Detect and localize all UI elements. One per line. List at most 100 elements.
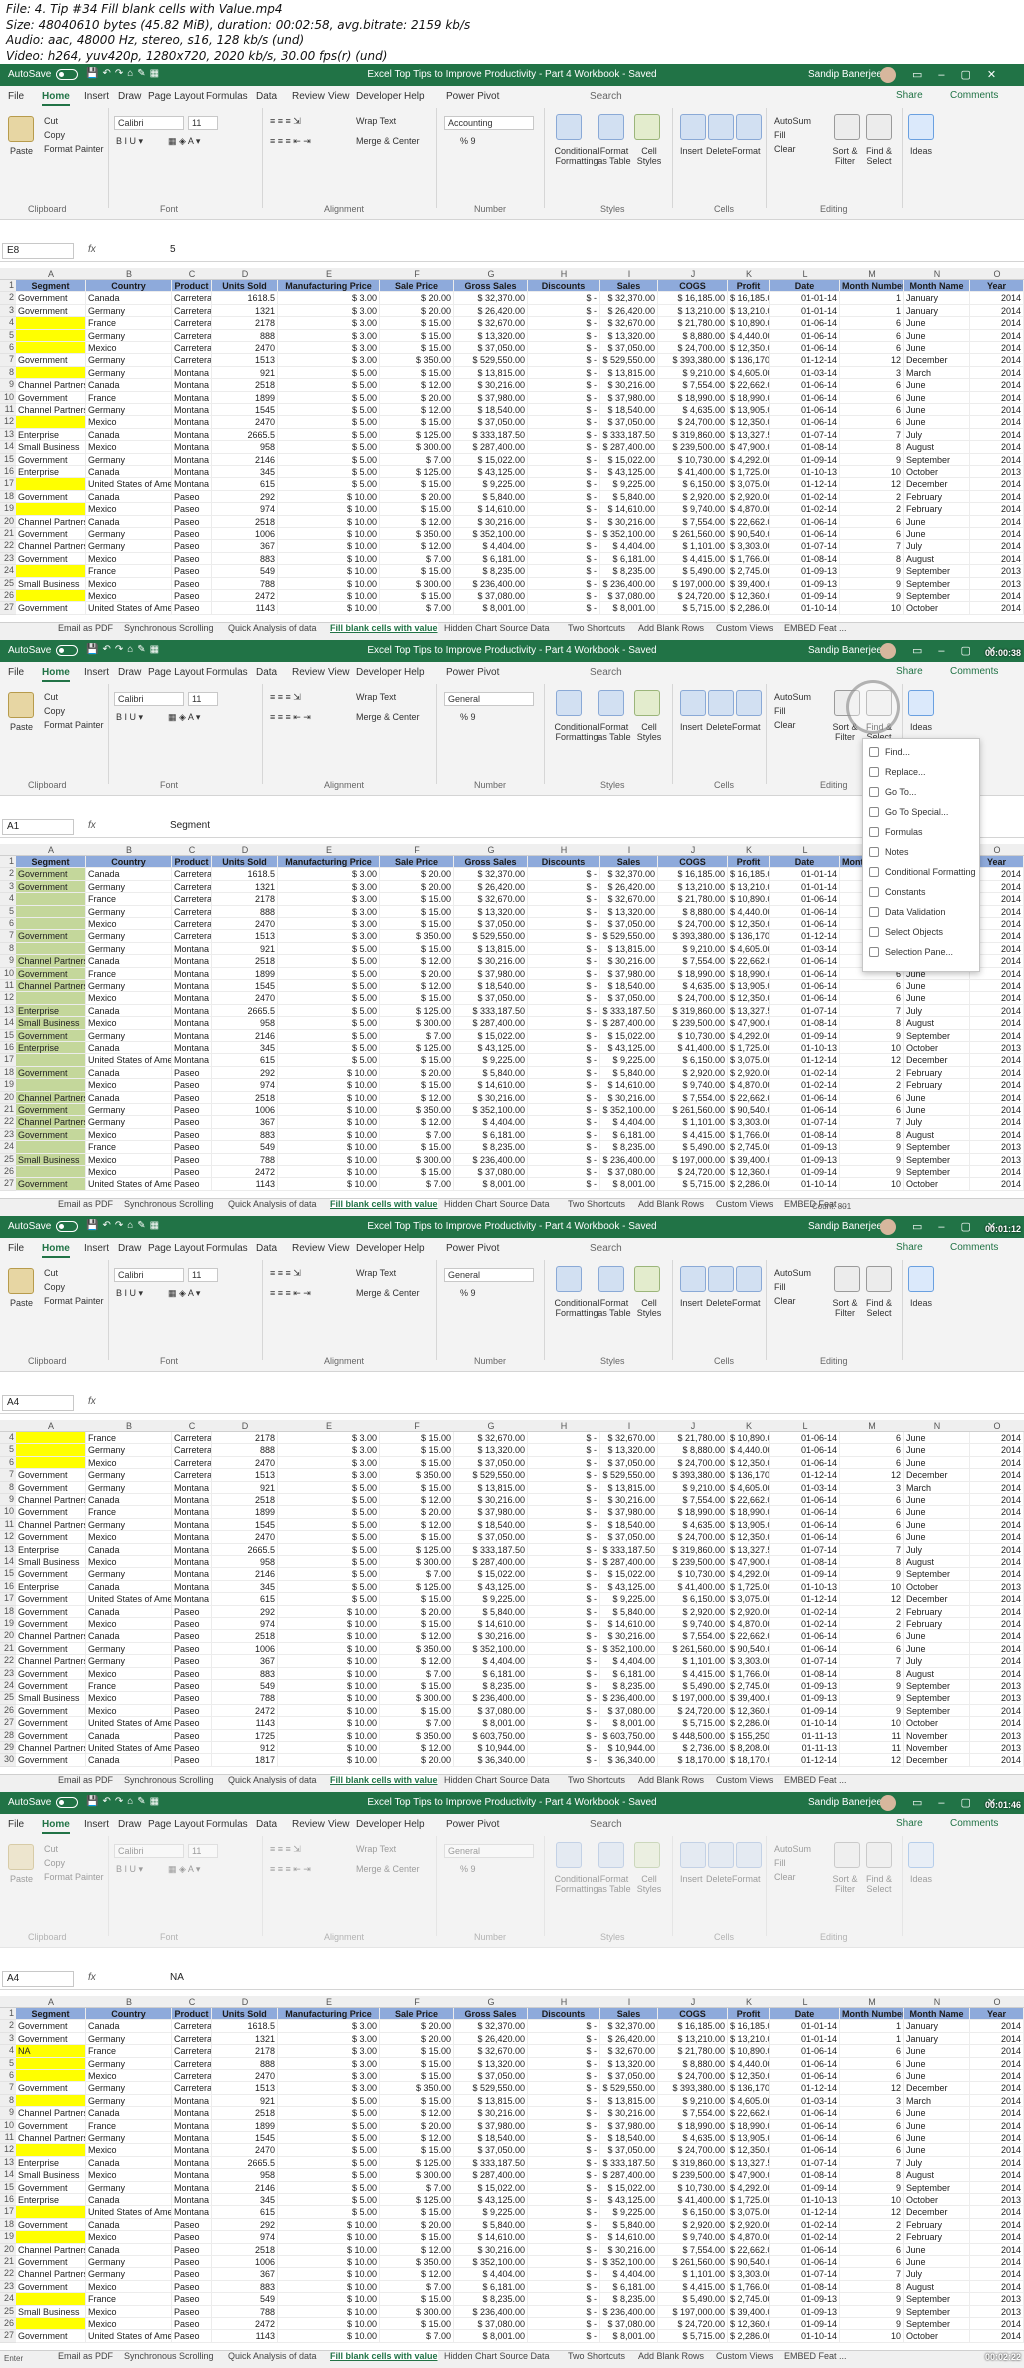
data-cell[interactable]: $ 9,225.00 — [454, 1054, 528, 1067]
data-cell[interactable]: $ 14,610.00 — [600, 1079, 658, 1092]
segment-cell[interactable]: Channel Partners — [16, 1742, 86, 1755]
clear-button[interactable]: Clear — [774, 1296, 796, 1306]
data-cell[interactable]: $ 18,540.00 — [454, 2132, 528, 2145]
share-button[interactable]: Share — [896, 666, 923, 677]
data-cell[interactable]: $ 9,740.00 — [658, 503, 728, 516]
data-cell[interactable]: $ 18,990.00 — [728, 967, 770, 980]
data-cell[interactable]: December — [904, 478, 970, 491]
data-cell[interactable]: $ - — [528, 1543, 600, 1556]
data-cell[interactable]: $ 12,350.00 — [728, 1531, 770, 1544]
delete-cells-button[interactable]: Delete — [706, 146, 732, 156]
data-cell[interactable]: 2014 — [970, 1568, 1024, 1581]
data-cell[interactable]: 2013 — [970, 2293, 1024, 2306]
font-size-box[interactable]: 11 — [188, 692, 218, 706]
data-cell[interactable]: $ 2,920.00 — [658, 1066, 728, 1080]
column-header-c[interactable]: C — [172, 1421, 212, 1431]
data-cell[interactable]: Paseo — [172, 1104, 212, 1117]
segment-cell[interactable]: Enterprise — [16, 2156, 86, 2170]
data-cell[interactable]: Paseo — [172, 1655, 212, 1668]
row-number[interactable]: 10 — [0, 967, 16, 980]
data-cell[interactable]: August — [904, 552, 970, 566]
data-cell[interactable]: 2014 — [970, 1704, 1024, 1718]
data-cell[interactable]: 3 — [840, 366, 904, 380]
alignment-icons[interactable]: ≡ ≡ ≡ ⇲ — [270, 1268, 301, 1279]
data-cell[interactable]: 2518 — [212, 955, 278, 968]
column-header-e[interactable]: E — [278, 269, 380, 279]
column-header-i[interactable]: I — [600, 845, 658, 855]
segment-cell[interactable]: Small Business — [16, 1692, 86, 1705]
data-cell[interactable]: Mexico — [86, 1618, 172, 1631]
data-cell[interactable]: 1006 — [212, 528, 278, 541]
data-cell[interactable]: Mexico — [86, 2169, 172, 2182]
data-cell[interactable]: $ 10,730.00 — [658, 1568, 728, 1581]
user-name[interactable]: Sandip Banerjee — [808, 69, 882, 80]
data-cell[interactable]: 01-06-14 — [770, 342, 840, 355]
data-cell[interactable]: $ 21,780.00 — [658, 2045, 728, 2058]
data-cell[interactable]: $ - — [528, 466, 600, 479]
data-cell[interactable]: $ 13,320.00 — [454, 1444, 528, 1457]
data-cell[interactable]: 01-09-14 — [770, 1029, 840, 1042]
data-cell[interactable]: $ 39,400.00 — [728, 2305, 770, 2318]
data-cell[interactable]: June — [904, 1506, 970, 1519]
data-cell[interactable]: $ 15.00 — [380, 1444, 454, 1457]
data-cell[interactable]: $ 287,400.00 — [600, 1017, 658, 1030]
data-cell[interactable]: $ 13,905.00 — [728, 2132, 770, 2145]
data-cell[interactable]: June — [904, 980, 970, 993]
data-cell[interactable]: $ 8,235.00 — [600, 1141, 658, 1154]
data-cell[interactable]: 2014 — [970, 1481, 1024, 1494]
data-cell[interactable]: $ 3.00 — [278, 317, 380, 330]
column-header-k[interactable]: K — [728, 845, 770, 855]
data-cell[interactable]: $ - — [528, 992, 600, 1005]
tab-file[interactable]: File — [8, 1243, 24, 1254]
data-cell[interactable]: 01-06-14 — [770, 893, 840, 906]
data-cell[interactable]: Montana — [172, 366, 212, 380]
data-cell[interactable]: 8 — [840, 1017, 904, 1030]
data-cell[interactable]: $ - — [528, 2231, 600, 2244]
data-cell[interactable]: $ 10.00 — [278, 2293, 380, 2306]
data-cell[interactable]: $ 15.00 — [380, 2057, 454, 2070]
data-cell[interactable]: $ 37,050.00 — [600, 992, 658, 1005]
data-cell[interactable]: United States of Amer — [86, 1593, 172, 1606]
data-cell[interactable]: $ 37,980.00 — [454, 391, 528, 404]
data-cell[interactable]: $ 3.00 — [278, 2070, 380, 2083]
data-cell[interactable]: $ 9,210.00 — [658, 366, 728, 380]
data-cell[interactable]: $ 41,400.00 — [658, 1042, 728, 1055]
data-cell[interactable]: 1006 — [212, 2256, 278, 2269]
data-cell[interactable]: $ 9,740.00 — [658, 1079, 728, 1092]
data-cell[interactable]: $ 24,720.00 — [658, 1166, 728, 1179]
data-cell[interactable]: $ 14,610.00 — [454, 2231, 528, 2244]
data-cell[interactable]: 345 — [212, 1042, 278, 1055]
row-number[interactable]: 8 — [0, 1481, 16, 1494]
data-cell[interactable]: 7 — [840, 1116, 904, 1129]
data-cell[interactable]: Canada — [86, 1580, 172, 1594]
data-cell[interactable]: $ 37,050.00 — [454, 342, 528, 355]
data-cell[interactable]: $ - — [528, 342, 600, 355]
data-cell[interactable]: $ 7,554.00 — [658, 955, 728, 968]
data-cell[interactable]: $ - — [528, 1680, 600, 1693]
data-cell[interactable]: $ - — [528, 540, 600, 553]
data-cell[interactable]: 958 — [212, 441, 278, 454]
data-cell[interactable]: 2014 — [970, 1605, 1024, 1618]
percent-comma[interactable]: % 9 — [460, 712, 476, 722]
data-cell[interactable]: $ 5.00 — [278, 1042, 380, 1055]
data-cell[interactable]: Mexico — [86, 2280, 172, 2294]
data-cell[interactable]: 2013 — [970, 1729, 1024, 1742]
alignment-icons-2[interactable]: ≡ ≡ ≡ ⇤ ⇥ — [270, 712, 311, 723]
data-cell[interactable]: $ 30,216.00 — [454, 955, 528, 968]
data-cell[interactable]: $ 3.00 — [278, 354, 380, 367]
header-cell[interactable]: Manufacturing Price — [278, 856, 380, 869]
data-cell[interactable]: 10 — [840, 2194, 904, 2207]
data-cell[interactable]: Canada — [86, 2243, 172, 2256]
data-cell[interactable]: $ 10.00 — [278, 1667, 380, 1680]
header-cell[interactable]: Gross Sales — [454, 2008, 528, 2021]
data-cell[interactable]: $ 32,670.00 — [454, 893, 528, 906]
data-cell[interactable]: $ 239,500.00 — [658, 1017, 728, 1030]
row-number[interactable]: 5 — [0, 2057, 16, 2070]
data-cell[interactable]: Montana — [172, 416, 212, 429]
data-cell[interactable]: Montana — [172, 2132, 212, 2145]
data-cell[interactable]: $ 236,400.00 — [454, 1692, 528, 1705]
segment-cell[interactable] — [16, 2293, 86, 2306]
data-cell[interactable]: 888 — [212, 2057, 278, 2070]
segment-cell[interactable]: Government — [16, 1128, 86, 1142]
delete-icon[interactable] — [708, 690, 734, 716]
